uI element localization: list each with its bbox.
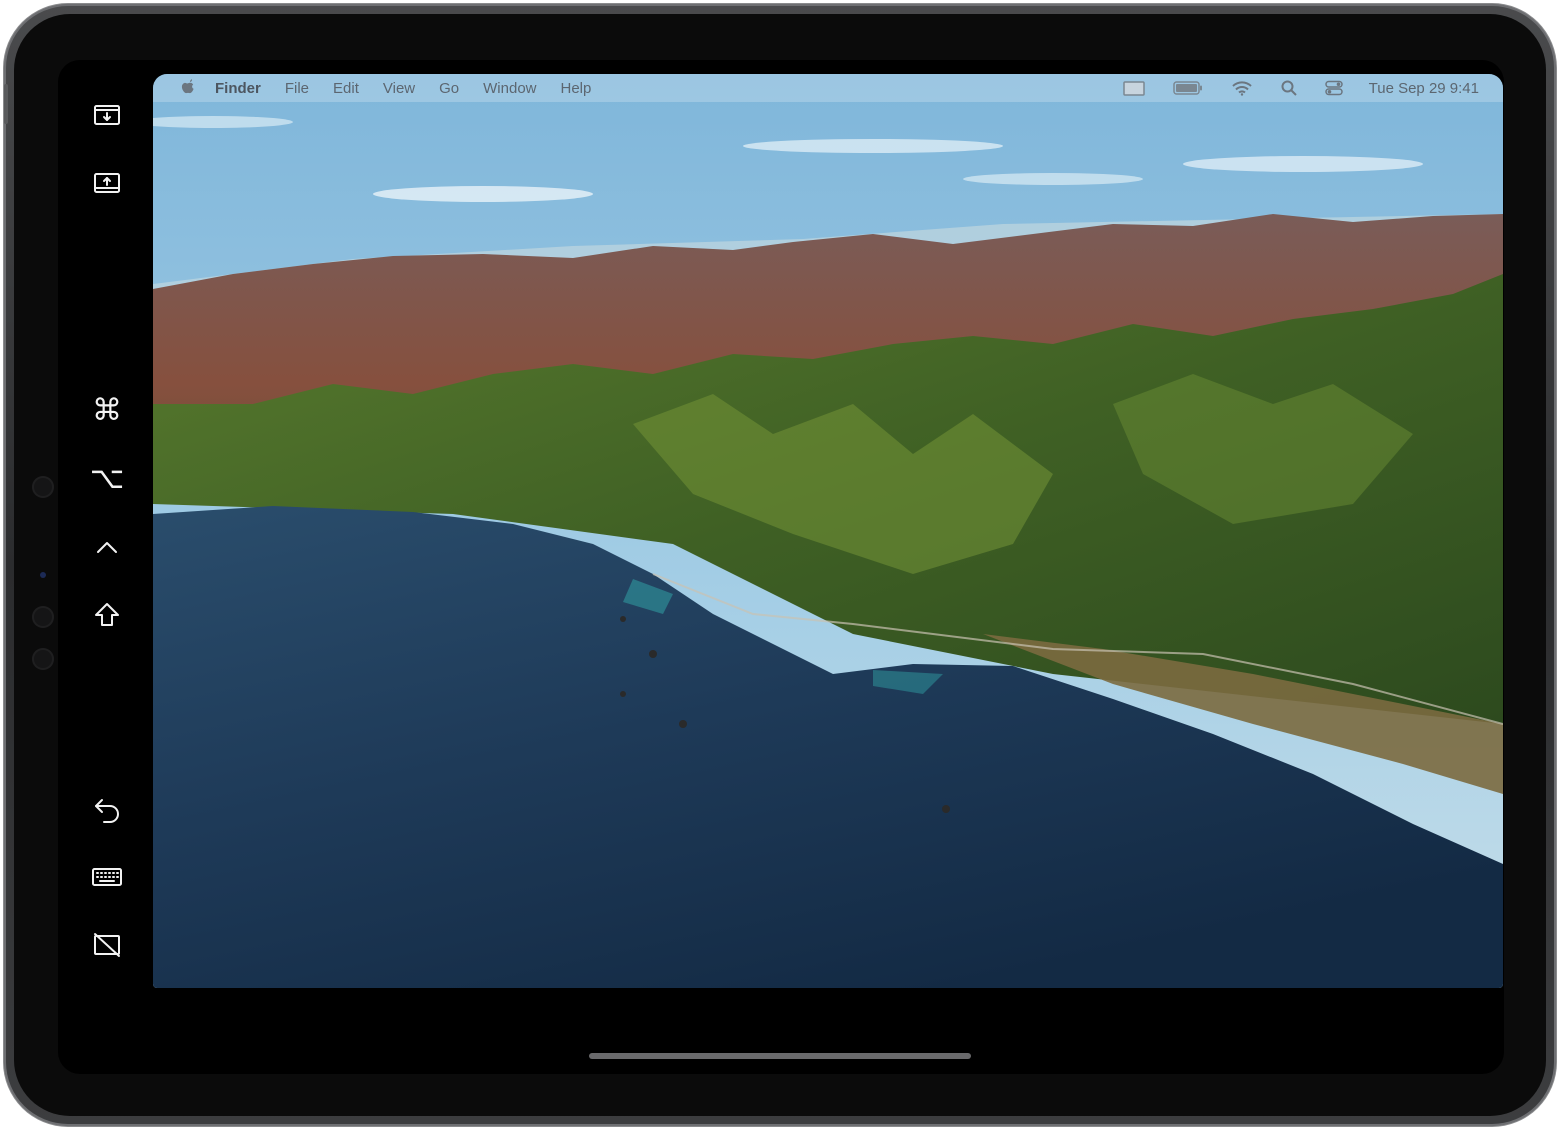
side-sensor <box>32 476 54 498</box>
disconnect-button[interactable] <box>86 924 128 966</box>
ipad-bezel: ⌘ ⌥ Finder File Edit View Go Window Help… <box>14 14 1546 1116</box>
undo-icon <box>95 799 119 823</box>
menubar-clock[interactable]: Tue Sep 29 9:41 <box>1369 80 1479 97</box>
keyboard-icon <box>92 868 122 886</box>
menu-window[interactable]: Window <box>483 80 536 97</box>
keyboard-button[interactable] <box>86 856 128 898</box>
show-dock-icon <box>94 173 120 193</box>
show-dock-button[interactable] <box>86 162 128 204</box>
control-center-icon[interactable] <box>1324 80 1343 96</box>
menubar-left: Finder File Edit View Go Window Help <box>179 79 615 97</box>
shift-key-icon <box>95 603 119 626</box>
wifi-icon[interactable] <box>1231 80 1253 96</box>
menu-go[interactable]: Go <box>439 80 459 97</box>
menu-help[interactable]: Help <box>561 80 592 97</box>
command-key-icon: ⌘ <box>92 393 122 428</box>
control-key-icon <box>97 542 117 553</box>
show-menubar-button[interactable] <box>86 94 128 136</box>
spotlight-search-icon[interactable] <box>1281 80 1297 96</box>
volume-button <box>4 84 8 124</box>
command-key-button[interactable]: ⌘ <box>86 390 128 432</box>
undo-button[interactable] <box>86 788 128 830</box>
option-key-icon: ⌥ <box>89 461 125 496</box>
menu-view[interactable]: View <box>383 80 415 97</box>
disconnect-icon <box>94 933 120 957</box>
ipad-screen: ⌘ ⌥ Finder File Edit View Go Window Help… <box>58 60 1504 1074</box>
camera-dot <box>40 572 46 578</box>
sidecar-sidebar: ⌘ ⌥ <box>58 60 152 1074</box>
battery-icon[interactable] <box>1172 81 1203 95</box>
wallpaper-image <box>153 74 1503 988</box>
menubar-app-name[interactable]: Finder <box>215 80 261 97</box>
menubar-right: Tue Sep 29 9:41 <box>1095 74 1479 102</box>
mac-desktop[interactable]: Finder File Edit View Go Window Help Tue… <box>153 74 1503 988</box>
control-key-button[interactable] <box>86 526 128 568</box>
sidecar-display-icon[interactable] <box>1122 80 1145 96</box>
mac-menubar: Finder File Edit View Go Window Help Tue… <box>153 74 1503 102</box>
menu-edit[interactable]: Edit <box>333 80 359 97</box>
show-menubar-icon <box>94 105 120 125</box>
home-indicator[interactable] <box>589 1053 971 1059</box>
ipad-frame: ⌘ ⌥ Finder File Edit View Go Window Help… <box>4 4 1556 1126</box>
side-sensor <box>32 606 54 628</box>
side-sensor <box>32 648 54 670</box>
shift-key-button[interactable] <box>86 594 128 636</box>
apple-menu-icon[interactable] <box>179 79 195 97</box>
menu-file[interactable]: File <box>285 80 309 97</box>
option-key-button[interactable]: ⌥ <box>86 458 128 500</box>
